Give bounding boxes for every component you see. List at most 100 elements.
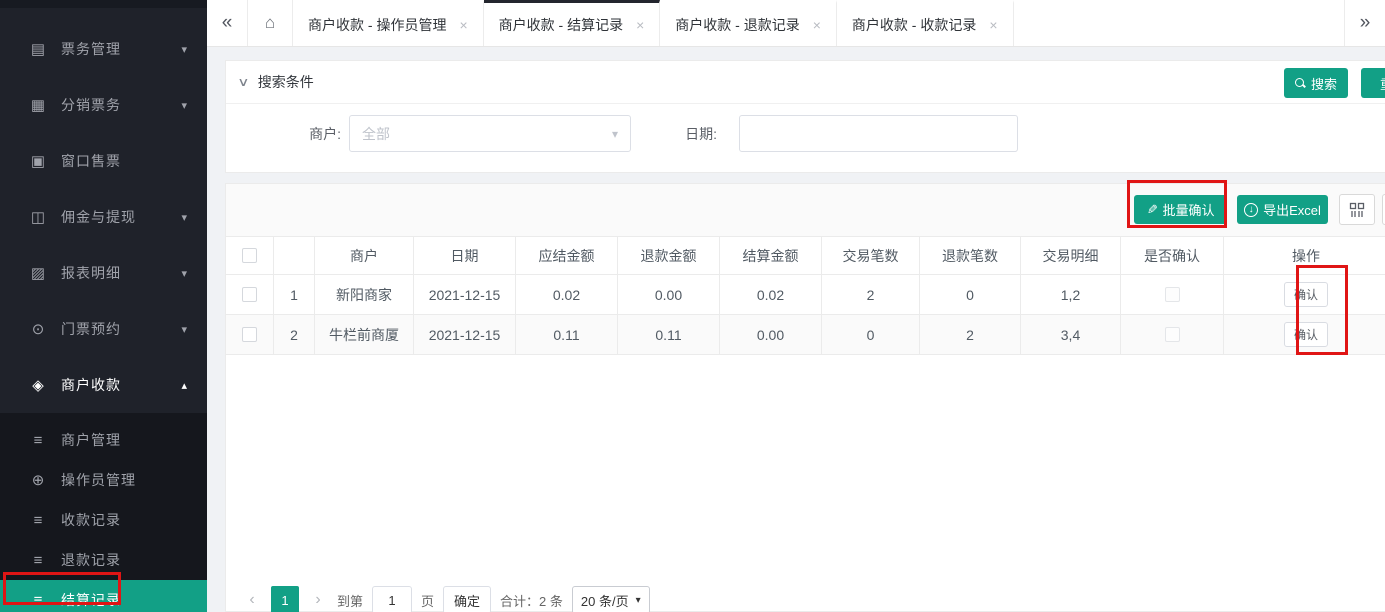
row-select-cell: [226, 315, 274, 355]
cell-refund-amount: 0.00: [618, 275, 720, 315]
cell-tx-detail: 3,4: [1021, 315, 1121, 355]
cell-settle-amount: 0.00: [720, 315, 822, 355]
menu-item-distribution-tickets[interactable]: ▦ 分销票务 ▾: [0, 77, 207, 133]
menu-item-label: 佣金与提现: [61, 207, 136, 227]
cell-actions: 确认: [1224, 315, 1385, 355]
menu-item-label: 商户收款: [61, 375, 121, 395]
header-actions: 操作: [1224, 237, 1385, 275]
chevron-down-icon: ▾: [636, 595, 641, 606]
collapse-tabs-button[interactable]: «: [207, 0, 248, 46]
header-settle-amount: 结算金额: [720, 237, 822, 275]
submenu-item-refund-records[interactable]: ≡ 退款记录: [0, 540, 207, 580]
submenu-item-operator-management[interactable]: ⊕ 操作员管理: [0, 460, 207, 500]
confirm-button[interactable]: 确认: [1284, 322, 1328, 347]
batch-confirm-button[interactable]: ✎ 批量确认: [1134, 195, 1227, 224]
cube-icon: ◈: [28, 376, 48, 394]
next-page-icon[interactable]: ›: [308, 591, 328, 609]
search-panel: ∨ 搜索条件 搜索 重置 商户: 全部 ▾ 日期:: [225, 60, 1385, 173]
window-sales-icon: ▣: [28, 152, 48, 170]
menu-item-label: 窗口售票: [61, 151, 121, 171]
list-icon: ≡: [28, 592, 48, 609]
menu-item-commission-withdrawal[interactable]: ◫ 佣金与提现 ▾: [0, 189, 207, 245]
confirm-button[interactable]: 确认: [1284, 282, 1328, 307]
sidebar-top-strip: [0, 0, 207, 8]
cell-merchant: 牛栏前商厦: [315, 315, 414, 355]
select-all-checkbox[interactable]: [242, 248, 257, 263]
cell-due-amount: 0.02: [516, 275, 618, 315]
confirmed-checkbox: [1165, 287, 1180, 302]
tab-label: 商户收款 - 收款记录: [852, 15, 976, 35]
submenu-item-settlement-records[interactable]: ≡ 结算记录: [0, 580, 207, 612]
expand-tabs-button[interactable]: »: [1344, 0, 1385, 46]
submenu-item-merchant-management[interactable]: ≡ 商户管理: [0, 420, 207, 460]
reset-button-label: 重置: [1380, 74, 1385, 93]
header-merchant: 商户: [315, 237, 414, 275]
cell-refund-count: 2: [920, 315, 1021, 355]
sidebar-menu: ▤ 票务管理 ▾ ▦ 分销票务 ▾ ▣ 窗口售票 ◫ 佣金与提现 ▾ ▨ 报表: [0, 8, 207, 413]
goto-confirm-button[interactable]: 确定: [443, 586, 491, 612]
goto-prefix-label: 到第: [337, 591, 363, 610]
column-settings-button[interactable]: [1339, 194, 1375, 225]
header-select-all-cell: [226, 237, 274, 275]
search-icon: [1295, 78, 1306, 89]
report-icon: ▨: [28, 264, 48, 282]
menu-item-window-sales[interactable]: ▣ 窗口售票: [0, 133, 207, 189]
row-index: 2: [274, 315, 315, 355]
export-excel-button[interactable]: ↓ 导出Excel: [1237, 195, 1328, 224]
confirmed-checkbox: [1165, 327, 1180, 342]
date-input[interactable]: [739, 115, 1018, 152]
tab-label: 商户收款 - 操作员管理: [308, 15, 446, 35]
home-icon[interactable]: ⌂: [248, 0, 293, 46]
prev-page-icon[interactable]: ‹: [242, 591, 262, 609]
header-confirmed: 是否确认: [1121, 237, 1224, 275]
goto-suffix-label: 页: [421, 591, 434, 610]
row-checkbox[interactable]: [242, 287, 257, 302]
list-icon: ≡: [28, 512, 48, 529]
merchant-select[interactable]: 全部 ▾: [349, 115, 631, 152]
tab-refund-records[interactable]: 商户收款 - 退款记录 ×: [660, 0, 837, 46]
close-icon[interactable]: ×: [459, 17, 467, 33]
table-panel: ✎ 批量确认 ↓ 导出Excel: [225, 183, 1385, 612]
header-tx-detail: 交易明细: [1021, 237, 1121, 275]
tab-operator-management[interactable]: 商户收款 - 操作员管理 ×: [293, 0, 484, 46]
cell-confirmed: [1121, 275, 1224, 315]
cell-actions: 确认: [1224, 275, 1385, 315]
chevron-down-icon: ▾: [181, 43, 187, 56]
list-icon: ≡: [28, 552, 48, 569]
cell-refund-amount: 0.11: [618, 315, 720, 355]
header-date: 日期: [414, 237, 516, 275]
batch-confirm-label: 批量确认: [1162, 200, 1214, 219]
search-form: 商户: 全部 ▾ 日期:: [226, 104, 1385, 173]
table-row: 1 新阳商家 2021-12-15 0.02 0.00 0.02 2 0 1,2…: [226, 275, 1385, 315]
tab-label: 商户收款 - 结算记录: [499, 15, 623, 35]
goto-page-input[interactable]: [372, 586, 412, 612]
menu-item-label: 报表明细: [61, 263, 121, 283]
reset-button[interactable]: 重置: [1361, 68, 1385, 98]
submenu-item-label: 商户管理: [61, 430, 121, 450]
chevron-down-icon[interactable]: ∨: [237, 75, 249, 89]
menu-item-ticket-management[interactable]: ▤ 票务管理 ▾: [0, 21, 207, 77]
close-icon[interactable]: ×: [813, 17, 821, 33]
row-checkbox[interactable]: [242, 327, 257, 342]
menu-item-report-details[interactable]: ▨ 报表明细 ▾: [0, 245, 207, 301]
columns-icon: [1349, 202, 1365, 218]
submenu-item-collection-records[interactable]: ≡ 收款记录: [0, 500, 207, 540]
menu-item-merchant-collection[interactable]: ◈ 商户收款 ▴: [0, 357, 207, 413]
close-icon[interactable]: ×: [989, 17, 997, 33]
submenu-item-label: 退款记录: [61, 550, 121, 570]
search-button[interactable]: 搜索: [1284, 68, 1348, 98]
chevron-up-icon: ▴: [181, 379, 187, 392]
close-icon[interactable]: ×: [636, 17, 644, 33]
row-index: 1: [274, 275, 315, 315]
tab-settlement-records[interactable]: 商户收款 - 结算记录 ×: [484, 0, 661, 46]
menu-item-ticket-booking[interactable]: ⊙ 门票预约 ▾: [0, 301, 207, 357]
date-field-label: 日期:: [677, 124, 717, 144]
submenu-item-label: 操作员管理: [61, 470, 136, 490]
page-size-select[interactable]: 20 条/页 ▾: [572, 586, 650, 612]
tab-collection-records[interactable]: 商户收款 - 收款记录 ×: [837, 0, 1014, 46]
chevron-down-icon: ▾: [181, 267, 187, 280]
table-toolbar: ✎ 批量确认 ↓ 导出Excel: [226, 184, 1385, 236]
cell-date: 2021-12-15: [414, 275, 516, 315]
page-1-button[interactable]: 1: [271, 586, 299, 612]
cell-tx-count: 2: [822, 275, 920, 315]
